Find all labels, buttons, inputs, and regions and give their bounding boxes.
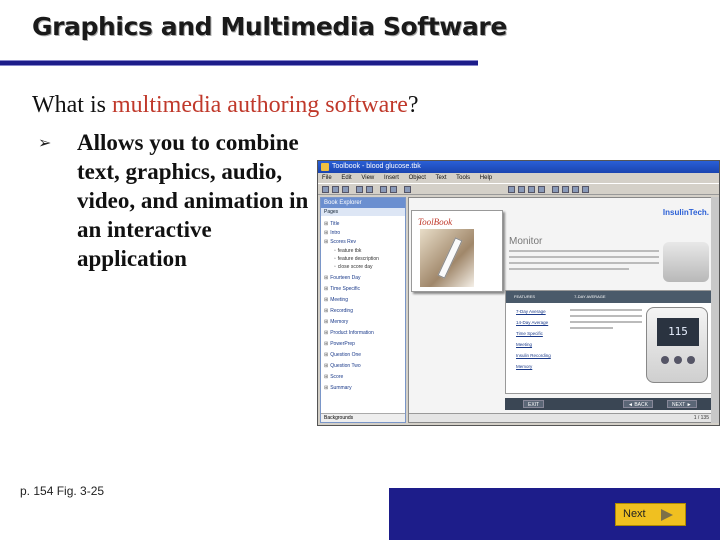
toolbar-icon xyxy=(538,186,545,193)
toolbook-card: ToolBook xyxy=(411,210,503,292)
tree-node: feature tbk xyxy=(334,247,362,255)
toolbar-icon xyxy=(404,186,411,193)
toolbar-icon xyxy=(332,186,339,193)
toolbar-icon xyxy=(562,186,569,193)
menu-insert: Insert xyxy=(383,175,399,181)
toolbar-icon xyxy=(342,186,349,193)
injection-pen-image xyxy=(420,229,474,287)
feature-link: Meeting xyxy=(516,342,533,347)
toolbar-icon xyxy=(582,186,589,193)
features-header-label: FEATURES xyxy=(514,294,536,299)
meter-button xyxy=(661,356,669,364)
slide-title: Graphics and Multimedia Software xyxy=(32,12,507,41)
panel-footer: Backgrounds xyxy=(321,413,405,422)
menu-help: Help xyxy=(479,175,493,181)
tree-node: PowerPrep xyxy=(324,340,355,348)
next-button-label: Next xyxy=(623,508,646,520)
tree-node: Question One xyxy=(324,351,361,359)
screenshot-titlebar: Toolbook - blood glucose.tbk xyxy=(318,161,719,173)
next-nav: NEXT ► xyxy=(667,400,697,408)
toolbook-logo: ToolBook xyxy=(418,217,453,227)
page-navbar: EXIT ◄ BACK NEXT ► xyxy=(505,398,717,410)
feature-link: Memory xyxy=(516,364,533,369)
insulintech-logo: InsulinTech. xyxy=(662,208,709,217)
meter-reading: 115 xyxy=(657,318,699,346)
menu-edit: Edit xyxy=(341,175,352,181)
menu-file: File xyxy=(322,175,332,181)
bullet-text: Allows you to combine text, graphics, au… xyxy=(77,130,309,271)
toolbook-screenshot: Toolbook - blood glucose.tbk File Edit V… xyxy=(317,160,720,426)
menu-view: View xyxy=(361,175,375,181)
feature-link: Time Specific xyxy=(516,331,543,336)
features-box: FEATURES 7-DAY AVERAGE 7-Day Average 14-… xyxy=(505,290,717,394)
features-header: FEATURES 7-DAY AVERAGE xyxy=(506,291,716,303)
feature-link: 7-Day Average xyxy=(516,309,546,314)
tree-node: Question Two xyxy=(324,362,360,370)
toolbar-icon xyxy=(528,186,535,193)
tree-node: Meeting xyxy=(324,296,348,304)
toolbar-icon xyxy=(356,186,363,193)
question-heading: What is multimedia authoring software? xyxy=(32,92,419,119)
menu-text: Text xyxy=(435,175,447,181)
toolbar-icon xyxy=(552,186,559,193)
toolbar-icon xyxy=(366,186,373,193)
page-canvas: ToolBook InsulinTech. Monitor FEATURES 7… xyxy=(408,197,718,423)
toolbar-icon xyxy=(380,186,387,193)
question-prefix: What is xyxy=(32,92,112,118)
feature-links: 7-Day Average 14-Day Average Time Specif… xyxy=(516,309,551,375)
bullet-arrow-icon: ➢ xyxy=(38,135,52,152)
toolbar-icon xyxy=(572,186,579,193)
next-button[interactable]: Next xyxy=(615,503,686,526)
meter-button xyxy=(687,356,695,364)
toolbar-icon xyxy=(322,186,329,193)
tree-node: Intro xyxy=(324,229,340,237)
monitor-heading: Monitor xyxy=(509,236,543,247)
feature-description-lines xyxy=(570,309,642,333)
toolbar-icon xyxy=(518,186,525,193)
tree-node: Memory xyxy=(324,318,348,326)
screenshot-window-title: Toolbook - blood glucose.tbk xyxy=(332,163,421,170)
question-accent: multimedia authoring software xyxy=(111,92,408,118)
tree-node: Score xyxy=(324,373,343,381)
tree-node: Scores Rev xyxy=(324,238,356,246)
features-header-label: 7-DAY AVERAGE xyxy=(574,294,606,299)
tree-node: Fourteen Day xyxy=(324,274,360,282)
menu-tools: Tools xyxy=(456,175,471,181)
toolbar-icon xyxy=(390,186,397,193)
book-explorer-panel: Book Explorer Pages Title Intro Scores R… xyxy=(320,197,406,423)
toolbar-icon xyxy=(508,186,515,193)
screenshot-statusbar: 1 / 135 xyxy=(409,413,717,422)
feature-link: Insulin Recording xyxy=(516,353,551,358)
feature-link: 14-Day Average xyxy=(516,320,549,325)
panel-title: Book Explorer xyxy=(321,198,405,208)
app-icon xyxy=(321,163,329,171)
meter-button xyxy=(674,356,682,364)
tree-node: Product Information xyxy=(324,329,374,337)
description-text-lines xyxy=(509,250,659,274)
question-suffix: ? xyxy=(407,92,419,118)
tree-node: Recording xyxy=(324,307,353,315)
device-image xyxy=(663,242,709,282)
panel-subtitle: Pages xyxy=(321,208,405,216)
arrow-right-icon xyxy=(661,509,673,521)
screenshot-toolbar xyxy=(318,183,719,195)
screenshot-scrollbar xyxy=(711,197,719,423)
back-nav: ◄ BACK xyxy=(623,400,653,408)
tree-node: Summary xyxy=(324,384,351,392)
tree-node: feature description xyxy=(334,255,379,263)
title-underline xyxy=(0,60,478,66)
exit-nav: EXIT xyxy=(523,400,545,408)
tree-node: Time Specific xyxy=(324,285,360,293)
tree-node: close score day xyxy=(334,263,373,271)
menu-object: Object xyxy=(408,175,426,181)
screenshot-menubar: File Edit View Insert Object Text Tools … xyxy=(318,173,719,183)
tree-node: Title xyxy=(324,220,339,228)
figure-caption: p. 154 Fig. 3-25 xyxy=(20,484,105,498)
glucose-meter-image: 115 xyxy=(646,307,708,383)
